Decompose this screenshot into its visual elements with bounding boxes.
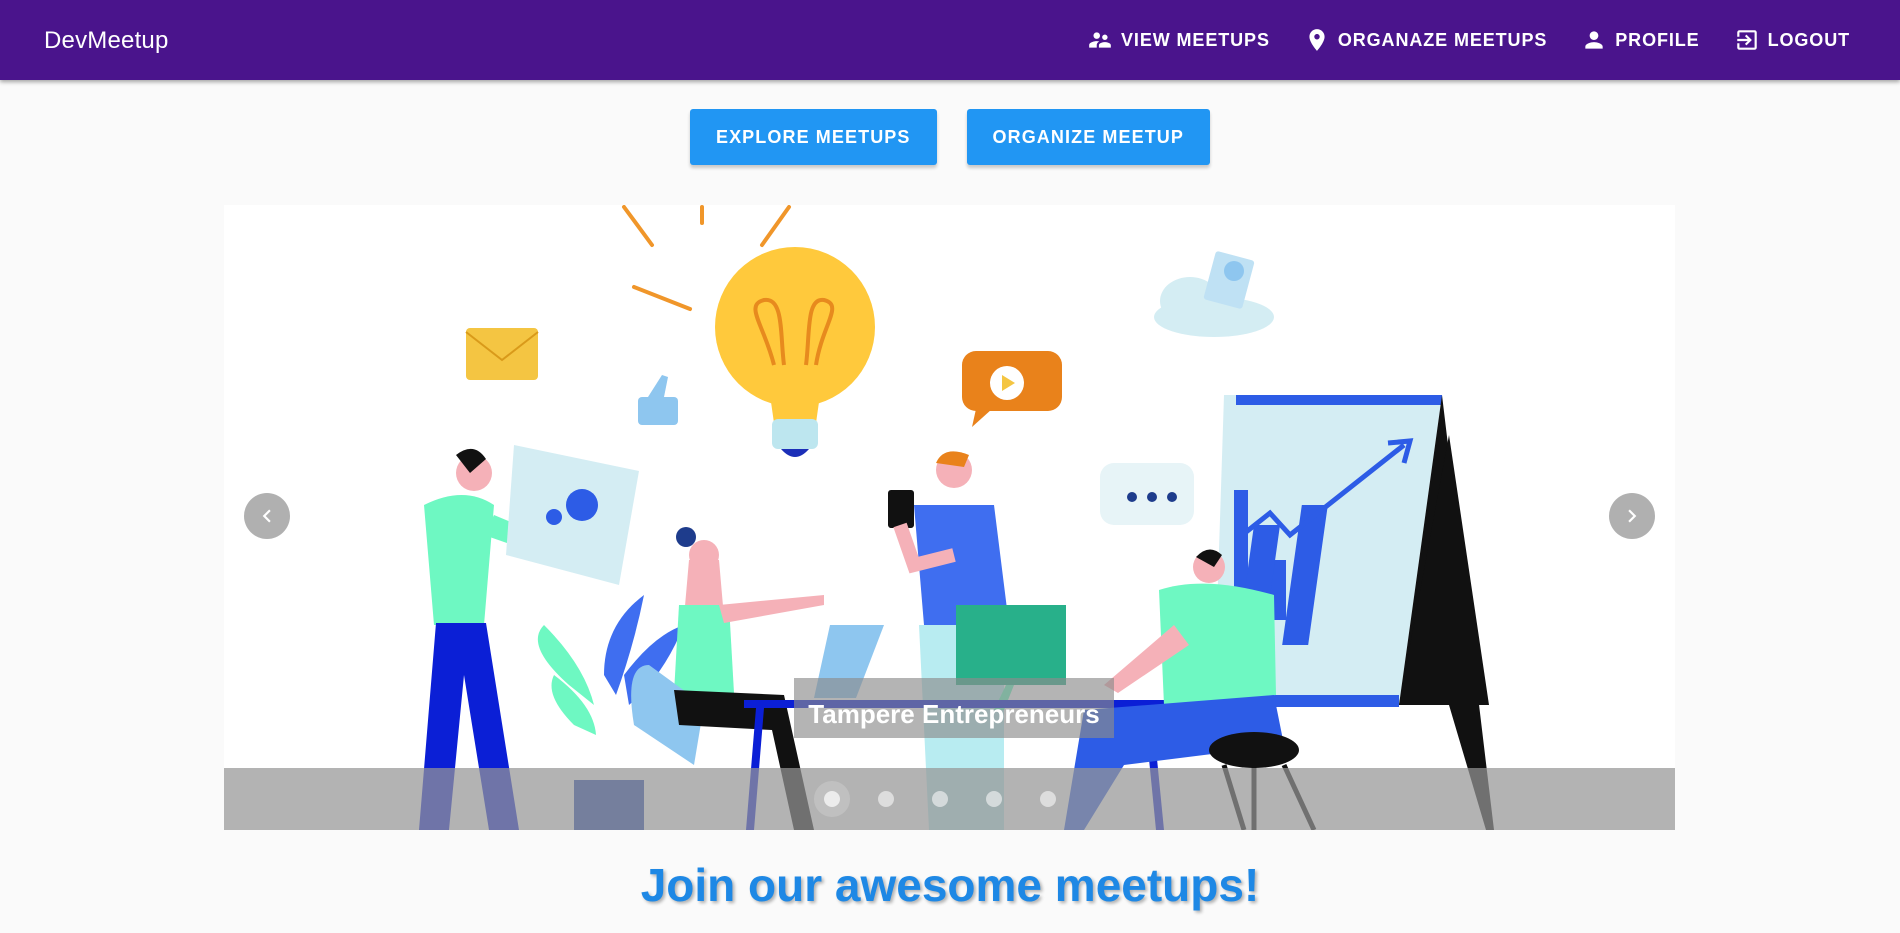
location-pin-icon <box>1309 29 1325 51</box>
meetup-carousel[interactable]: Tampere Entrepreneurs <box>224 205 1675 830</box>
nav-profile[interactable]: PROFILE <box>1571 20 1709 60</box>
carousel-dot[interactable] <box>823 791 840 807</box>
organize-meetup-button[interactable]: ORGANIZE MEETUP <box>966 109 1211 165</box>
nav-logout[interactable]: LOGOUT <box>1724 20 1860 60</box>
exit-to-app-icon <box>1736 30 1757 50</box>
chevron-left-icon <box>262 509 271 523</box>
carousel-dot[interactable] <box>985 791 1002 807</box>
carousel-prev-button[interactable] <box>244 493 290 539</box>
carousel-indicators <box>224 768 1675 830</box>
nav-view-meetups[interactable]: VIEW MEETUPS <box>1077 20 1280 60</box>
slide-caption: Tampere Entrepreneurs <box>794 678 1114 738</box>
explore-meetups-button[interactable]: EXPLORE MEETUPS <box>689 109 937 165</box>
carousel-dot[interactable] <box>931 791 948 807</box>
carousel-controls <box>224 768 1675 830</box>
nav-organize-meetups-label: ORGANAZE MEETUPS <box>1337 29 1548 50</box>
carousel-dot[interactable] <box>877 791 894 807</box>
app-toolbar: DevMeetup VIEW MEETUPS ORGANAZE MEETUPS … <box>0 0 1900 80</box>
nav-logout-label: LOGOUT <box>1767 29 1850 50</box>
person-icon <box>1585 31 1603 49</box>
supervisor-account-icon <box>1089 32 1111 48</box>
nav-organize-meetups[interactable]: ORGANAZE MEETUPS <box>1294 20 1557 60</box>
page-headline: Join our awesome meetups! <box>640 859 1260 911</box>
brand-title[interactable]: DevMeetup <box>44 27 169 55</box>
nav-profile-label: PROFILE <box>1615 29 1700 50</box>
carousel-dot[interactable] <box>1039 791 1056 807</box>
carousel-next-button[interactable] <box>1609 493 1655 539</box>
chevron-right-icon <box>1628 509 1637 523</box>
nav-view-meetups-label: VIEW MEETUPS <box>1121 29 1270 50</box>
action-buttons: EXPLORE MEETUPS ORGANIZE MEETUP <box>0 109 1900 165</box>
main-nav: VIEW MEETUPS ORGANAZE MEETUPS PROFILE LO… <box>1063 0 1860 80</box>
